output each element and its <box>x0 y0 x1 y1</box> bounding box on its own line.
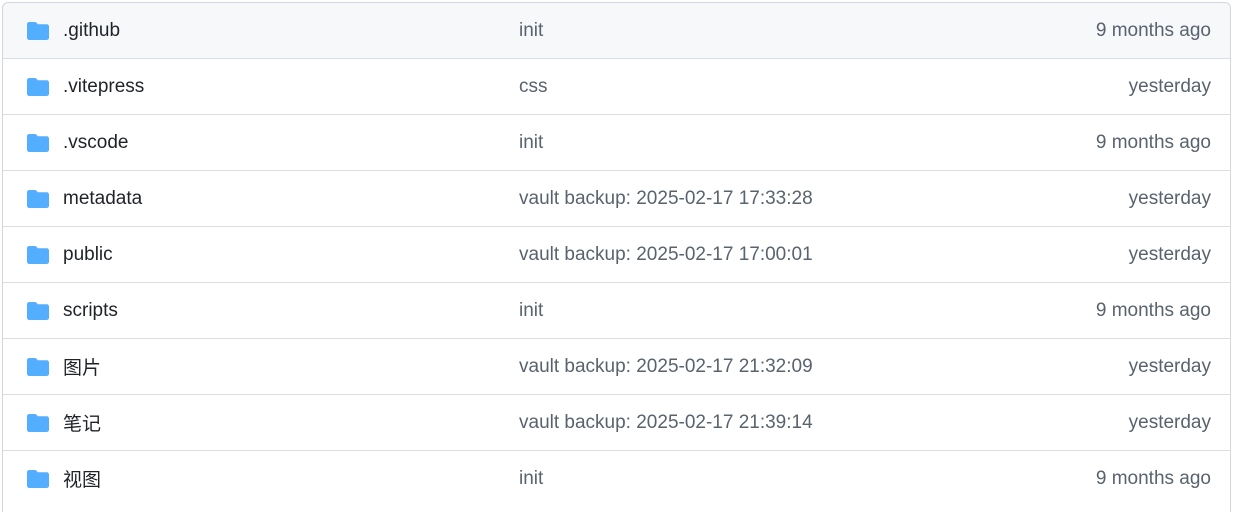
commit-message-link[interactable]: init <box>519 20 543 42</box>
file-row-public[interactable]: public vault backup: 2025-02-17 17:00:01… <box>3 226 1230 282</box>
file-name-link[interactable]: .github <box>63 20 120 42</box>
commit-age: yesterday <box>1128 187 1211 209</box>
folder-icon <box>26 469 50 489</box>
file-name-link[interactable]: 图片 <box>63 353 101 380</box>
commit-message-link[interactable]: vault backup: 2025-02-17 17:00:01 <box>519 244 813 266</box>
file-name-link[interactable]: metadata <box>63 188 142 210</box>
commit-message-link[interactable]: init <box>519 300 543 322</box>
file-name-link[interactable]: .vitepress <box>63 76 144 98</box>
folder-icon <box>26 245 50 265</box>
commit-message-link[interactable]: vault backup: 2025-02-17 21:39:14 <box>519 412 813 434</box>
folder-icon <box>26 21 50 41</box>
file-row-vscode[interactable]: .vscode init 9 months ago <box>3 114 1230 170</box>
file-row-views[interactable]: 视图 init 9 months ago <box>3 450 1230 506</box>
folder-icon <box>26 413 50 433</box>
commit-message-link[interactable]: init <box>519 132 543 154</box>
file-row-vitepress[interactable]: .vitepress css yesterday <box>3 58 1230 114</box>
commit-age: 9 months ago <box>1095 299 1211 321</box>
folder-icon <box>26 189 50 209</box>
folder-icon <box>26 301 50 321</box>
commit-age: 9 months ago <box>1095 131 1211 153</box>
commit-age: 9 months ago <box>1095 19 1211 41</box>
commit-age: yesterday <box>1128 75 1211 97</box>
folder-icon <box>26 133 50 153</box>
commit-age: yesterday <box>1128 411 1211 433</box>
file-row-images[interactable]: 图片 vault backup: 2025-02-17 21:32:09 yes… <box>3 338 1230 394</box>
commit-message-link[interactable]: init <box>519 468 543 490</box>
commit-message-link[interactable]: vault backup: 2025-02-17 21:32:09 <box>519 356 813 378</box>
file-row-scripts[interactable]: scripts init 9 months ago <box>3 282 1230 338</box>
file-name-link[interactable]: 视图 <box>63 465 101 492</box>
file-row-metadata[interactable]: metadata vault backup: 2025-02-17 17:33:… <box>3 170 1230 226</box>
file-name-link[interactable]: .vscode <box>63 132 128 154</box>
file-list: .github init 9 months ago .vitepress css… <box>2 2 1231 512</box>
file-name-link[interactable]: 笔记 <box>63 409 101 436</box>
folder-icon <box>26 77 50 97</box>
commit-age: yesterday <box>1128 355 1211 377</box>
file-name-link[interactable]: scripts <box>63 300 118 322</box>
folder-icon <box>26 357 50 377</box>
commit-message-link[interactable]: css <box>519 76 548 98</box>
file-row-github[interactable]: .github init 9 months ago <box>3 3 1230 58</box>
commit-age: yesterday <box>1128 243 1211 265</box>
file-name-link[interactable]: public <box>63 244 113 266</box>
file-row-notes[interactable]: 笔记 vault backup: 2025-02-17 21:39:14 yes… <box>3 394 1230 450</box>
commit-message-link[interactable]: vault backup: 2025-02-17 17:33:28 <box>519 188 813 210</box>
commit-age: 9 months ago <box>1095 467 1211 489</box>
